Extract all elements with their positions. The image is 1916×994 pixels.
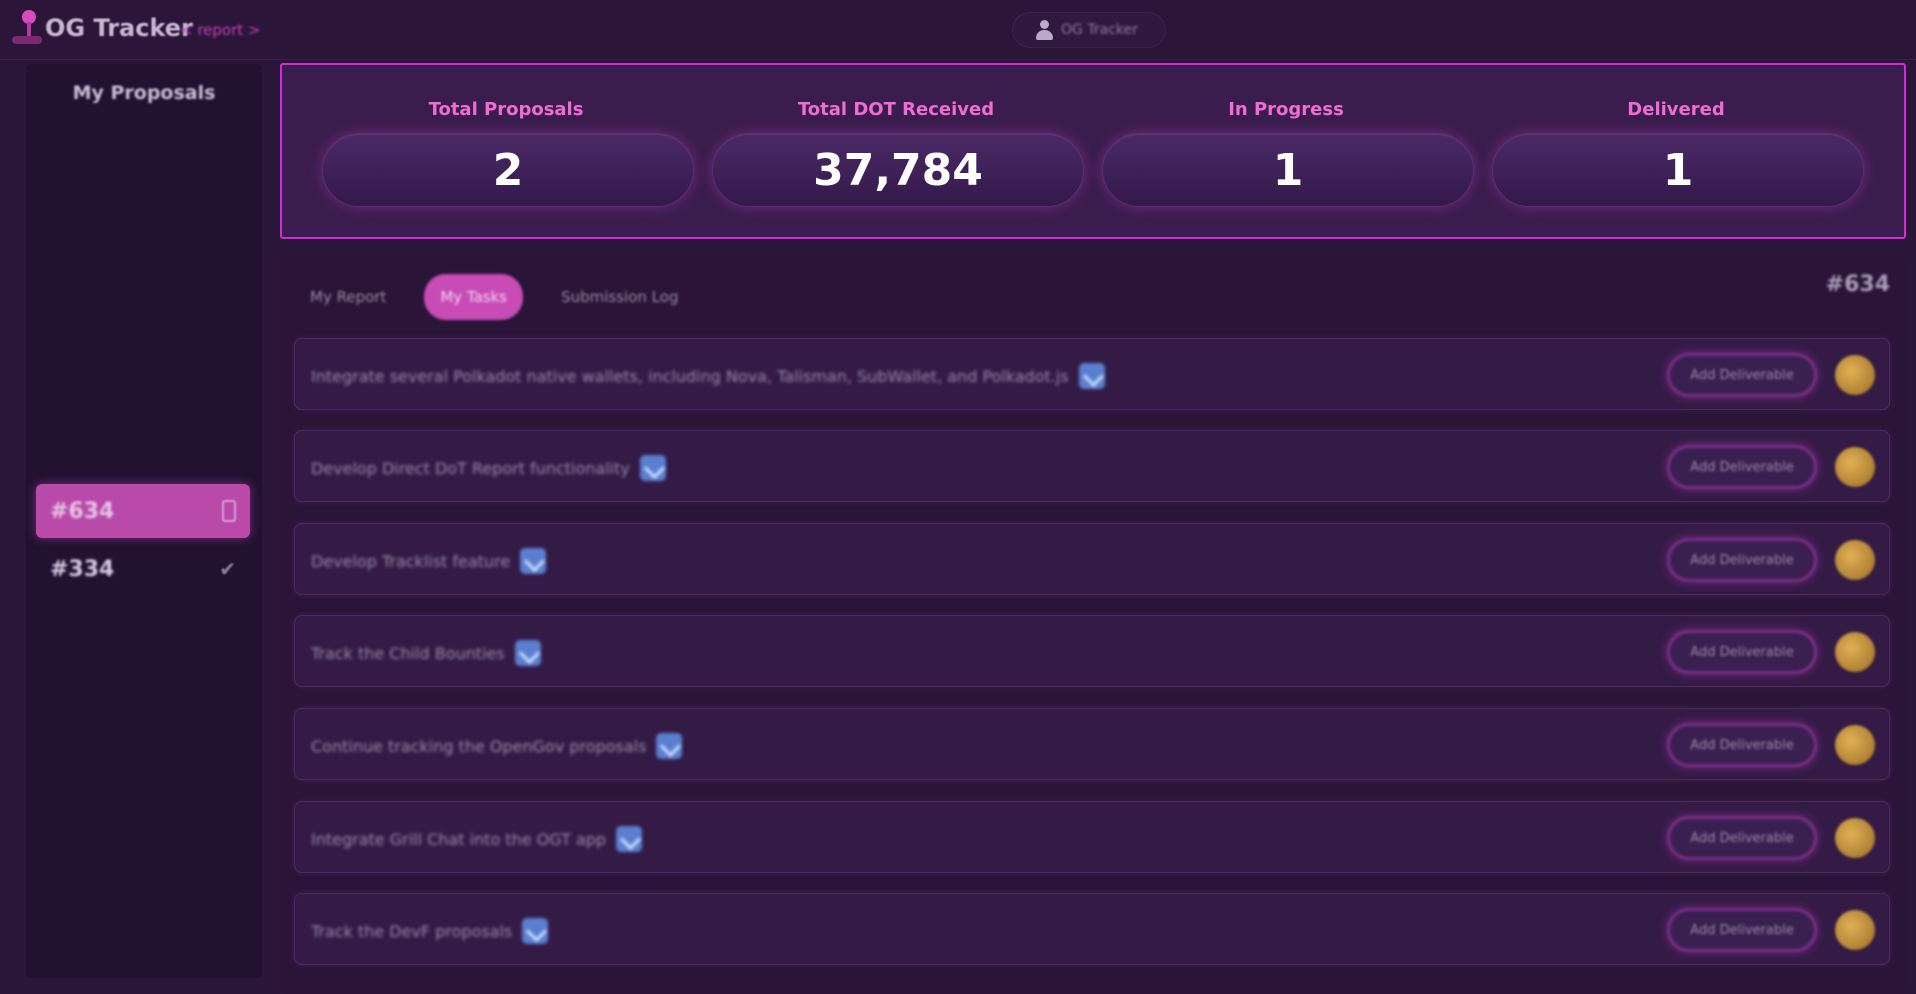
add-deliverable-button[interactable]: Add Deliverable <box>1667 630 1817 674</box>
stats-panel: Total Proposals 2 Total DOT Received 37,… <box>280 63 1906 239</box>
stat-label: In Progress <box>1228 99 1344 120</box>
clock-icon <box>222 500 236 522</box>
add-deliverable-button[interactable]: Add Deliverable <box>1667 723 1817 767</box>
add-deliverable-button[interactable]: Add Deliverable <box>1667 538 1817 582</box>
add-deliverable-button[interactable]: Add Deliverable <box>1667 353 1817 397</box>
task-row: Develop Tracklist feature Add Deliverabl… <box>294 523 1890 595</box>
verified-badge-icon <box>1078 363 1105 389</box>
dot-coin-icon[interactable] <box>1835 725 1875 765</box>
stat-total-dot-received: Total DOT Received 37,784 <box>708 65 1084 241</box>
stat-value: 1 <box>1272 144 1304 196</box>
stat-label: Total Proposals <box>428 99 584 120</box>
tab-my-tasks[interactable]: My Tasks <box>424 274 524 320</box>
stat-pill: 1 <box>1492 133 1864 207</box>
stat-pill: 2 <box>322 133 694 207</box>
dot-coin-icon[interactable] <box>1835 355 1875 395</box>
stat-label: Total DOT Received <box>797 99 995 120</box>
task-text: Develop Direct DoT Report functionality <box>311 455 666 481</box>
stat-value: 2 <box>492 144 524 196</box>
stat-value: 1 <box>1662 144 1694 196</box>
task-title: Track the DevF proposals <box>311 921 513 941</box>
task-title: Develop Direct DoT Report functionality <box>311 458 630 478</box>
stat-total-proposals: Total Proposals 2 <box>318 65 694 241</box>
user-account-button[interactable]: OG Tracker <box>1012 12 1166 48</box>
task-row: Track the Child Bounties Add Deliverable <box>294 615 1890 687</box>
sidebar-item-proposal-334[interactable]: #334 ✔ <box>36 542 250 596</box>
task-row: Continue tracking the OpenGov proposals … <box>294 708 1890 780</box>
task-text: Integrate Grill Chat into the OGT app <box>311 826 643 852</box>
sidebar-item-proposal-634[interactable]: #634 <box>36 484 250 538</box>
task-row: Develop Direct DoT Report functionality … <box>294 430 1890 502</box>
stat-label: Delivered <box>1627 99 1725 120</box>
proposal-id: #634 <box>1825 272 1890 297</box>
proposal-label: #334 <box>50 556 115 582</box>
task-text: Develop Tracklist feature <box>311 548 547 574</box>
tasks-panel: My Report My Tasks Submission Log #634 I… <box>280 256 1906 994</box>
task-row: Integrate several Polkadot native wallet… <box>294 338 1890 410</box>
stat-pill: 37,784 <box>712 133 1084 207</box>
user-icon <box>1035 20 1053 40</box>
app-subtitle: < report > <box>180 21 261 39</box>
task-title: Integrate several Polkadot native wallet… <box>311 366 1069 386</box>
dot-coin-icon[interactable] <box>1835 910 1875 950</box>
dot-coin-icon[interactable] <box>1835 447 1875 487</box>
verified-badge-icon <box>616 826 643 852</box>
dot-coin-icon[interactable] <box>1835 632 1875 672</box>
verified-badge-icon <box>656 733 683 759</box>
logo-icon[interactable] <box>10 8 44 44</box>
stat-in-progress: In Progress 1 <box>1098 65 1474 241</box>
tab-my-report[interactable]: My Report <box>294 274 402 320</box>
task-text: Track the Child Bounties <box>311 640 541 666</box>
dot-coin-icon[interactable] <box>1835 540 1875 580</box>
task-title: Integrate Grill Chat into the OGT app <box>311 829 607 849</box>
task-text: Continue tracking the OpenGov proposals <box>311 733 683 759</box>
task-row: Track the DevF proposals Add Deliverable <box>294 893 1890 965</box>
app-title[interactable]: OG Tracker <box>45 14 193 42</box>
task-row: Integrate Grill Chat into the OGT app Ad… <box>294 801 1890 873</box>
task-text: Integrate several Polkadot native wallet… <box>311 363 1105 389</box>
task-title: Continue tracking the OpenGov proposals <box>311 736 647 756</box>
task-title: Develop Tracklist feature <box>311 551 511 571</box>
dot-coin-icon[interactable] <box>1835 818 1875 858</box>
task-title: Track the Child Bounties <box>311 643 505 663</box>
tab-bar: My Report My Tasks Submission Log <box>294 272 694 322</box>
tab-submission-log[interactable]: Submission Log <box>545 274 694 320</box>
verified-badge-icon <box>522 918 549 944</box>
proposals-sidebar: My Proposals #634 #334 ✔ <box>26 64 262 978</box>
proposal-label: #634 <box>50 498 115 524</box>
sidebar-title: My Proposals <box>72 82 216 104</box>
add-deliverable-button[interactable]: Add Deliverable <box>1667 908 1817 952</box>
stat-value: 37,784 <box>813 144 983 196</box>
top-bar: OG Tracker < report > OG Tracker <box>0 0 1916 60</box>
check-icon: ✔ <box>219 557 236 581</box>
stat-delivered: Delivered 1 <box>1488 65 1864 241</box>
task-text: Track the DevF proposals <box>311 918 549 944</box>
add-deliverable-button[interactable]: Add Deliverable <box>1667 445 1817 489</box>
stat-pill: 1 <box>1102 133 1474 207</box>
verified-badge-icon <box>639 455 666 481</box>
verified-badge-icon <box>514 640 541 666</box>
verified-badge-icon <box>520 548 547 574</box>
add-deliverable-button[interactable]: Add Deliverable <box>1667 816 1817 860</box>
user-name: OG Tracker <box>1061 22 1138 38</box>
